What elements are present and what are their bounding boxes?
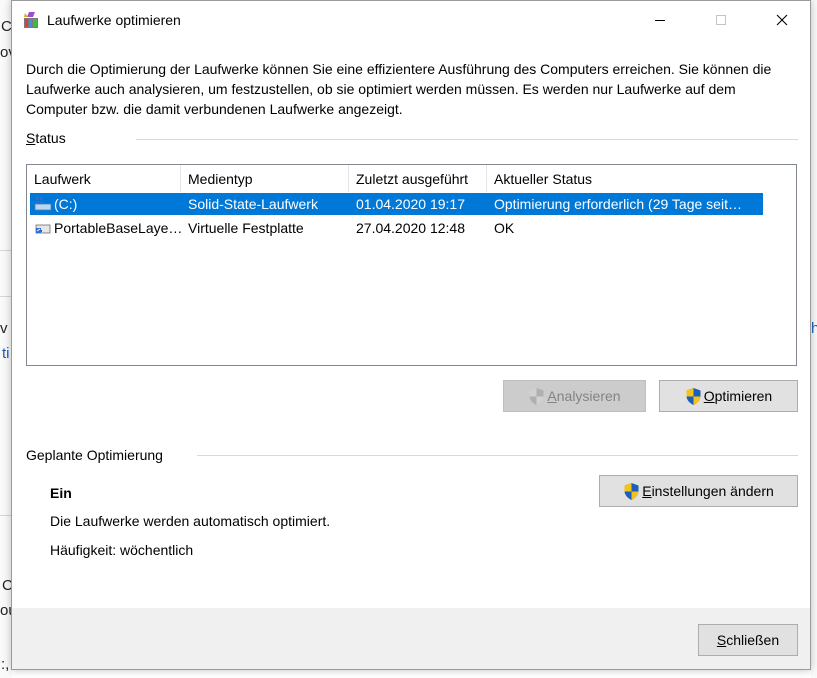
- window-title: Laufwerke optimieren: [47, 12, 181, 28]
- scheduled-separator: [197, 455, 798, 456]
- background-divider: [0, 250, 11, 251]
- media-type: Solid-State-Laufwerk: [188, 196, 318, 212]
- uac-shield-icon: [529, 387, 544, 405]
- maximize-icon: [716, 15, 726, 25]
- ssd-drive-icon: [34, 197, 52, 211]
- background-app-right: [811, 0, 817, 678]
- dialog-content: Durch die Optimierung der Laufwerke könn…: [12, 39, 810, 608]
- background-link: ti: [2, 345, 10, 362]
- current-status: Optimierung erforderlich (29 Tage seit…: [494, 196, 742, 212]
- minimize-button[interactable]: [637, 1, 683, 39]
- close-dialog-button[interactable]: Schließen: [698, 624, 798, 656]
- background-divider: [0, 515, 11, 516]
- scheduled-section-label: Geplante Optimierung: [26, 447, 163, 463]
- last-run: 27.04.2020 12:48: [356, 220, 465, 236]
- optimize-drives-window: Laufwerke optimieren Durch die Optimieru…: [11, 0, 811, 670]
- minimize-icon: [655, 20, 665, 21]
- change-settings-button[interactable]: Einstellungen ändern: [599, 475, 798, 507]
- close-icon: [776, 14, 788, 26]
- schedule-frequency: Häufigkeit: wöchentlich: [50, 542, 194, 558]
- background-link: h: [811, 320, 817, 337]
- analyze-button[interactable]: Analysieren: [503, 380, 646, 412]
- dialog-footer: Schließen: [12, 608, 810, 669]
- optimize-button[interactable]: Optimieren: [659, 380, 798, 412]
- maximize-button: [698, 1, 744, 39]
- schedule-state: Ein: [50, 485, 72, 501]
- status-separator: [136, 139, 798, 140]
- uac-shield-icon: [686, 387, 701, 405]
- last-run: 01.04.2020 19:17: [356, 196, 465, 212]
- background-divider: [0, 296, 11, 297]
- defrag-icon: [24, 12, 38, 28]
- close-button[interactable]: [759, 1, 805, 39]
- column-header-media-type[interactable]: Medientyp: [181, 165, 349, 192]
- current-status: OK: [494, 220, 515, 236]
- media-type: Virtuelle Festplatte: [188, 220, 304, 236]
- column-header-current-status[interactable]: Aktueller Status: [487, 165, 797, 192]
- drives-list[interactable]: Laufwerk Medientyp Zuletzt ausgeführt Ak…: [26, 164, 797, 366]
- description-text: Durch die Optimierung der Laufwerke könn…: [26, 61, 772, 117]
- drive-name: PortableBaseLaye…: [54, 220, 182, 236]
- drive-name: (C:): [54, 196, 78, 212]
- virtual-disk-icon: [35, 224, 51, 234]
- column-header-last-run[interactable]: Zuletzt ausgeführt: [349, 165, 487, 192]
- table-row[interactable]: PortableBaseLaye… Virtuelle Festplatte 2…: [30, 217, 763, 239]
- title-bar[interactable]: Laufwerke optimieren: [12, 1, 810, 39]
- column-header-drive[interactable]: Laufwerk: [27, 165, 181, 192]
- background-text: v: [0, 320, 8, 337]
- status-section-label: Status: [26, 130, 66, 146]
- table-row[interactable]: (C:) Solid-State-Laufwerk 01.04.2020 19:…: [30, 193, 763, 215]
- background-text: :,: [1, 656, 10, 673]
- uac-shield-icon: [624, 482, 639, 500]
- schedule-info: Die Laufwerke werden automatisch optimie…: [50, 513, 331, 529]
- list-header: Laufwerk Medientyp Zuletzt ausgeführt Ak…: [27, 165, 796, 192]
